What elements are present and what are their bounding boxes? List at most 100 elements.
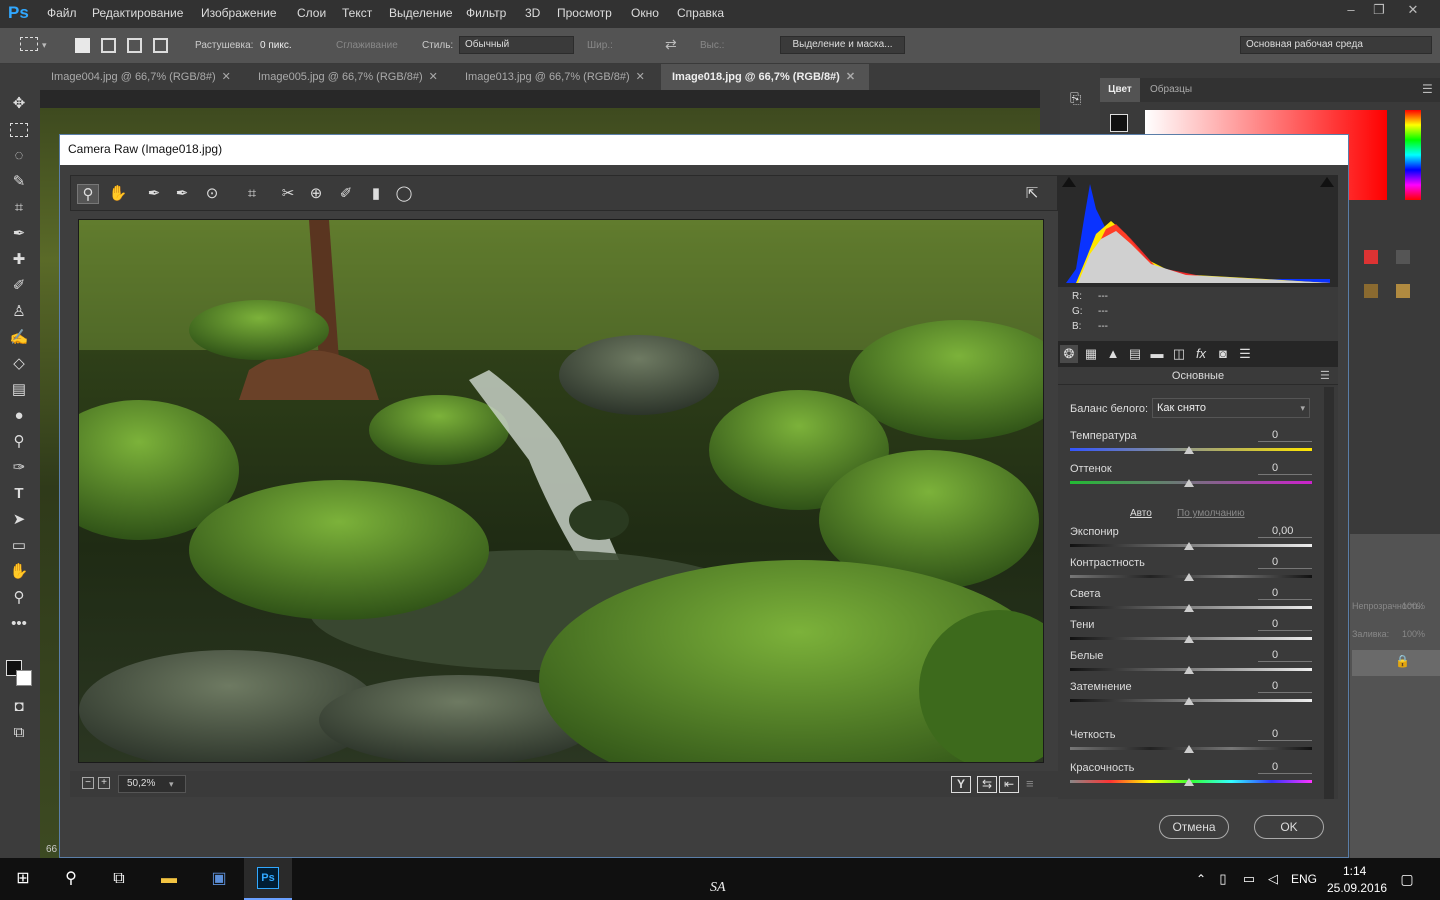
gradient-tool-icon[interactable]: ▤ — [8, 379, 30, 401]
menu-window[interactable]: Окно — [631, 6, 659, 20]
hand-tool-icon[interactable]: ✋ — [8, 561, 30, 583]
wb-select[interactable]: Как снято ▾ — [1152, 398, 1310, 418]
panel-scrollbar[interactable] — [1324, 387, 1334, 799]
menu-select[interactable]: Выделение — [389, 6, 453, 20]
red-eye-icon[interactable]: ⊕ — [305, 184, 327, 204]
fullscreen-toggle-icon[interactable]: ⇱ — [1021, 184, 1043, 204]
notification-icon[interactable]: ▢ — [1394, 866, 1420, 892]
slider-value-highlights[interactable]: 0 — [1258, 587, 1312, 600]
restore-icon[interactable]: ❐ — [1362, 0, 1396, 22]
style-swatch[interactable] — [1396, 250, 1410, 264]
close-icon[interactable]: ✕ — [636, 71, 645, 83]
chevron-down-icon[interactable]: ▾ — [169, 776, 174, 792]
search-icon[interactable]: ⚲ — [58, 866, 84, 892]
menu-help[interactable]: Справка — [677, 6, 724, 20]
radial-filter-icon[interactable]: ◯ — [393, 184, 415, 204]
tab-image018[interactable]: Image018.jpg @ 66,7% (RGB/8#) ✕ — [661, 64, 869, 90]
menu-filter[interactable]: Фильтр — [466, 6, 506, 20]
pen-tool-icon[interactable]: ✑ — [8, 457, 30, 479]
vibrance-slider[interactable] — [1184, 778, 1194, 786]
style-swatch[interactable] — [1396, 284, 1410, 298]
menu-file[interactable]: Файл — [47, 6, 77, 20]
lens-corrections-icon[interactable]: ◫ — [1170, 345, 1188, 363]
dodge-tool-icon[interactable]: ⚲ — [8, 431, 30, 453]
crop-tool-icon[interactable]: ⌗ — [8, 197, 30, 219]
adjustment-brush-icon[interactable]: ✐ — [335, 184, 357, 204]
path-select-tool-icon[interactable]: ➤ — [8, 509, 30, 531]
brush-tool-icon[interactable]: ✐ — [8, 275, 30, 297]
intersect-selection-icon[interactable] — [153, 38, 168, 53]
photoshop-taskbar-button[interactable]: Ps — [244, 858, 292, 900]
ok-button[interactable]: OK — [1254, 815, 1324, 839]
zoom-out-icon[interactable]: − — [82, 777, 94, 789]
add-selection-icon[interactable] — [101, 38, 116, 53]
clock-time[interactable]: 1:14 — [1343, 864, 1366, 878]
slider-value-shadows[interactable]: 0 — [1258, 618, 1312, 631]
camera-calibration-icon[interactable]: ◙ — [1214, 345, 1232, 363]
healing-tool-icon[interactable]: ✚ — [8, 249, 30, 271]
floppy-app-icon[interactable]: ▣ — [206, 866, 232, 892]
effects-icon[interactable]: fx — [1192, 345, 1210, 363]
close-icon[interactable]: ✕ — [222, 71, 231, 83]
usb-icon[interactable]: ▯ — [1210, 866, 1236, 892]
panel-menu-icon[interactable]: ☰ — [1422, 82, 1433, 96]
clock-date[interactable]: 25.09.2016 — [1327, 881, 1387, 895]
zoom-tool-icon[interactable]: ⚲ — [8, 587, 30, 609]
history-icon[interactable]: ⎘ — [1070, 90, 1081, 107]
slider-value-temperature[interactable]: 0 — [1258, 429, 1312, 442]
cancel-button[interactable]: Отмена — [1159, 815, 1229, 839]
color-sampler-icon[interactable]: ✒ — [171, 184, 193, 204]
style-swatch[interactable] — [1364, 250, 1378, 264]
select-mask-button[interactable]: Выделение и маска... — [780, 36, 905, 54]
shadows-slider[interactable] — [1184, 635, 1194, 643]
slider-value-clarity[interactable]: 0 — [1258, 728, 1312, 741]
windows-start-icon[interactable]: ⊞ — [10, 866, 36, 892]
foreground-color-swatch[interactable] — [1110, 114, 1128, 132]
move-tool-icon[interactable]: ✥ — [8, 93, 30, 115]
background-color-swatch[interactable] — [16, 670, 32, 686]
file-explorer-icon[interactable]: ▬ — [156, 866, 182, 892]
slider-value-vibrance[interactable]: 0 — [1258, 761, 1312, 774]
temperature-slider[interactable] — [1184, 446, 1194, 454]
swap-before-after-icon[interactable]: ⇆ — [977, 776, 997, 793]
marquee-tool-icon[interactable] — [10, 123, 28, 137]
quick-mask-icon[interactable]: ◘ — [8, 696, 30, 718]
contrast-slider[interactable] — [1184, 573, 1194, 581]
quick-select-tool-icon[interactable]: ✎ — [8, 171, 30, 193]
default-link[interactable]: По умолчанию — [1177, 508, 1245, 519]
volume-icon[interactable]: ◁ — [1260, 866, 1286, 892]
eraser-tool-icon[interactable]: ◇ — [8, 353, 30, 375]
slider-value-blacks[interactable]: 0 — [1258, 680, 1312, 693]
antialias-checkbox[interactable]: Сглаживание — [336, 40, 398, 51]
slider-value-exposure[interactable]: 0,00 — [1258, 525, 1312, 538]
zoom-in-icon[interactable]: + — [98, 777, 110, 789]
workspace-select[interactable]: Основная рабочая среда — [1240, 36, 1432, 54]
panel-menu-icon[interactable]: ☰ — [1320, 369, 1330, 382]
more-tools-icon[interactable]: ••• — [8, 613, 30, 635]
slider-value-tint[interactable]: 0 — [1258, 462, 1312, 475]
subtract-selection-icon[interactable] — [127, 38, 142, 53]
blacks-slider[interactable] — [1184, 697, 1194, 705]
slider-value-whites[interactable]: 0 — [1258, 649, 1312, 662]
auto-link[interactable]: Авто — [1130, 508, 1152, 519]
graduated-filter-icon[interactable]: ▮ — [365, 184, 387, 204]
fill-value[interactable]: 100% — [1402, 629, 1425, 639]
zoom-tool-icon[interactable]: ⚲ — [77, 184, 99, 204]
zoom-select[interactable]: 50,2% ▾ — [118, 775, 186, 793]
hand-tool-icon[interactable]: ✋ — [107, 184, 129, 204]
tab-color[interactable]: Цвет — [1100, 78, 1140, 102]
spot-removal-icon[interactable]: ✂ — [277, 184, 299, 204]
menu-view[interactable]: Просмотр — [557, 6, 612, 20]
close-icon[interactable]: ✕ — [1396, 0, 1430, 22]
copy-settings-icon[interactable]: ⇤ — [999, 776, 1019, 793]
targeted-adjust-icon[interactable]: ⊙ — [201, 184, 223, 204]
menu-edit[interactable]: Редактирование — [92, 6, 183, 20]
blur-tool-icon[interactable]: ● — [8, 405, 30, 427]
detail-icon[interactable]: ▲ — [1104, 345, 1122, 363]
tab-image013[interactable]: Image013.jpg @ 66,7% (RGB/8#) ✕ — [454, 64, 661, 90]
screen-mode-icon[interactable]: ⧉ — [8, 722, 30, 744]
menu-type[interactable]: Текст — [342, 6, 372, 20]
history-brush-icon[interactable]: ✍ — [8, 327, 30, 349]
rectangle-tool-icon[interactable]: ▭ — [8, 535, 30, 557]
close-icon[interactable]: ✕ — [846, 71, 855, 83]
